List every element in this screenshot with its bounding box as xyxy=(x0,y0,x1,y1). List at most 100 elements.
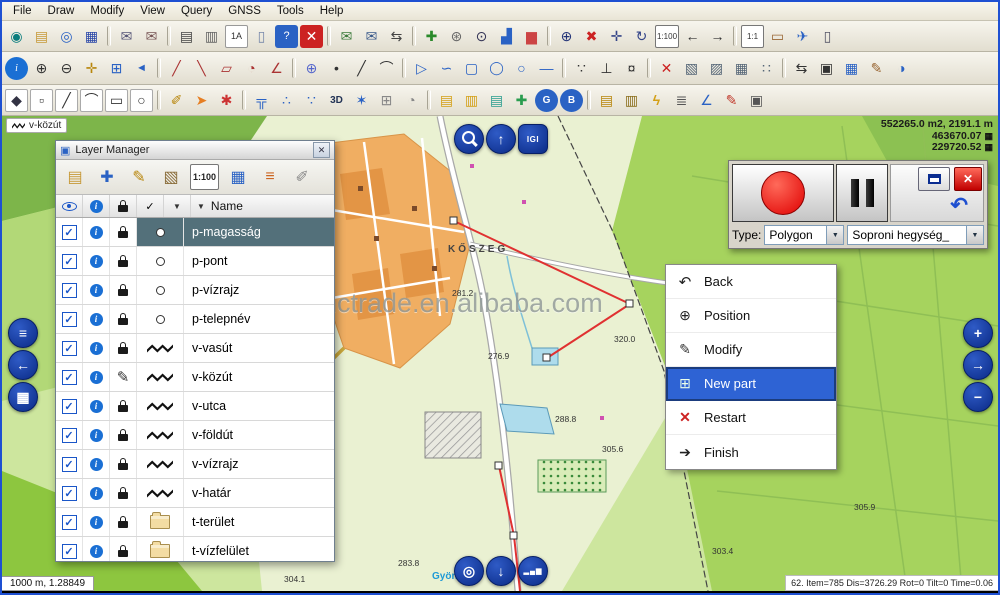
layer-name[interactable]: v-földút xyxy=(184,421,334,449)
plane-icon[interactable]: ✈ xyxy=(791,25,814,48)
measure-path-icon[interactable]: ╲ xyxy=(190,57,213,80)
layer-row[interactable]: p-pont xyxy=(56,247,334,276)
b-badge-icon[interactable]: B xyxy=(560,89,583,112)
pan-right-button[interactable]: → xyxy=(963,350,993,380)
separator[interactable] xyxy=(647,58,651,78)
menu-item[interactable]: Help xyxy=(313,4,351,18)
measure-angle-icon[interactable]: ∠ xyxy=(265,57,288,80)
layer-tools-icon[interactable]: ✎ xyxy=(126,164,152,190)
nodes-icon[interactable]: ∴ xyxy=(275,89,298,112)
snap-icon[interactable]: ¤ xyxy=(620,57,643,80)
scale-chip[interactable]: 1:100 xyxy=(190,164,219,190)
sync-icon[interactable]: ⇆ xyxy=(385,25,408,48)
grid-icon[interactable]: ▦ xyxy=(840,57,863,80)
add-database-icon[interactable]: ✚ xyxy=(510,89,533,112)
forward-arrow-icon[interactable]: → xyxy=(706,25,729,48)
filter-icon[interactable]: ▼ xyxy=(164,195,191,217)
layer-info-button[interactable] xyxy=(90,371,103,384)
annotate-icon[interactable]: ✎ xyxy=(865,57,888,80)
map-zoom-button[interactable] xyxy=(454,124,484,154)
layer-name[interactable]: p-telepnév xyxy=(184,305,334,333)
send-data-icon[interactable]: ✉ xyxy=(335,25,358,48)
pan-icon[interactable]: ✛ xyxy=(80,57,103,80)
chevron-down-icon[interactable]: ▼ xyxy=(826,226,843,244)
layer-visibility-checkbox[interactable] xyxy=(62,283,77,298)
topology-icon[interactable]: ╦ xyxy=(250,89,273,112)
pan-down-button[interactable]: ↓ xyxy=(486,556,516,586)
layer-visibility-checkbox[interactable] xyxy=(62,486,77,501)
layer-list-icon[interactable]: ≣ xyxy=(670,89,693,112)
separator[interactable] xyxy=(157,58,161,78)
layer-name[interactable]: v-vasút xyxy=(184,334,334,362)
pause-button[interactable] xyxy=(836,164,888,222)
draw-rectangle-icon[interactable]: ▢ xyxy=(460,57,483,80)
layer-name[interactable]: p-vízrajz xyxy=(184,276,334,304)
layer-visibility-checkbox[interactable] xyxy=(62,428,77,443)
layer-row[interactable]: p-telepnév xyxy=(56,305,334,334)
target-icon[interactable]: ◉ xyxy=(5,25,28,48)
zoom-in-button[interactable]: + xyxy=(963,318,993,348)
layer-lock-icon[interactable] xyxy=(118,231,128,238)
layer-name[interactable]: v-határ xyxy=(184,479,334,507)
scale-chip-icon[interactable]: 1:100 xyxy=(655,25,679,48)
layer-row[interactable]: p-vízrajz xyxy=(56,276,334,305)
separator[interactable] xyxy=(292,58,296,78)
layer-info-button[interactable] xyxy=(90,313,103,326)
report-icon[interactable]: ▯ xyxy=(250,25,273,48)
crosshair-icon[interactable]: ⊕ xyxy=(300,57,323,80)
attribute-table-icon[interactable]: ▦ xyxy=(225,164,251,190)
angle-tool-icon[interactable]: ◑ xyxy=(890,57,913,80)
context-item-restart[interactable]: ✕ Restart xyxy=(666,401,836,435)
position-button[interactable]: ◎ xyxy=(454,556,484,586)
layer-row[interactable]: p-magasság xyxy=(56,218,334,247)
help-icon[interactable]: ? xyxy=(275,25,298,48)
perpendicular-icon[interactable]: ⊥ xyxy=(595,57,618,80)
separator[interactable] xyxy=(427,90,431,110)
layer-lock-icon[interactable] xyxy=(118,347,128,354)
info-icon[interactable]: i xyxy=(5,57,28,80)
layer-visibility-checkbox[interactable] xyxy=(62,254,77,269)
stack-icon[interactable]: ▤ xyxy=(595,89,618,112)
layer-row[interactable]: v-utca xyxy=(56,392,334,421)
context-item-position[interactable]: ⊕ Position xyxy=(666,299,836,333)
layer-row[interactable]: v-közút xyxy=(56,363,334,392)
layer-row[interactable]: v-határ xyxy=(56,479,334,508)
database-icon[interactable]: ▥ xyxy=(460,89,483,112)
layer-visibility-checkbox[interactable] xyxy=(62,399,77,414)
draw-segment-icon[interactable]: — xyxy=(535,57,558,80)
angle-measure-icon[interactable]: ∠ xyxy=(695,89,718,112)
zoom-in-icon[interactable]: ⊕ xyxy=(30,57,53,80)
separator[interactable] xyxy=(327,26,331,46)
database-green-icon[interactable]: ▤ xyxy=(485,89,508,112)
visibility-column-icon[interactable] xyxy=(62,202,77,211)
stamp-icon[interactable]: ✐ xyxy=(165,89,188,112)
zoom-previous-icon[interactable]: ◄ xyxy=(130,57,153,80)
route-icon[interactable]: ➤ xyxy=(190,89,213,112)
signal-button[interactable]: ▂▄▆ xyxy=(518,556,548,586)
print-setup-icon[interactable]: ▥ xyxy=(200,25,223,48)
draw-line-icon[interactable]: ╱ xyxy=(350,57,373,80)
separator[interactable] xyxy=(562,58,566,78)
map-canvas[interactable]: KŐSZEG Gyöngyös 281.2320.0276.9288.8305.… xyxy=(2,116,998,591)
save-icon[interactable]: ▦ xyxy=(80,25,103,48)
info-column-icon[interactable] xyxy=(90,200,103,213)
context-item-new-part[interactable]: ⊞ New part xyxy=(666,367,836,401)
zoom-extents-icon[interactable]: ⊞ xyxy=(105,57,128,80)
layer-manager-close-button[interactable]: ✕ xyxy=(313,142,330,158)
layer-edit-icon[interactable] xyxy=(117,370,130,385)
layer-name[interactable]: t-terület xyxy=(184,508,334,536)
pan-up-button[interactable]: ↑ xyxy=(486,124,516,154)
layer-row[interactable]: t-terület xyxy=(56,508,334,537)
menu-item[interactable]: View xyxy=(133,4,172,18)
separator[interactable] xyxy=(157,90,161,110)
layer-name[interactable]: v-vízrajz xyxy=(184,450,334,478)
record-button[interactable] xyxy=(732,164,834,222)
layer-lock-icon[interactable] xyxy=(118,463,128,470)
select-circle-icon[interactable]: ○ xyxy=(130,89,153,112)
rotate-icon[interactable]: ↻ xyxy=(630,25,653,48)
edit-red-icon[interactable]: ✎ xyxy=(720,89,743,112)
select-point-icon[interactable]: ▫ xyxy=(30,89,53,112)
mail-out-icon[interactable]: ✉ xyxy=(140,25,163,48)
layer-name[interactable]: v-közút xyxy=(184,363,334,391)
pie-icon[interactable]: ◔ xyxy=(400,89,423,112)
